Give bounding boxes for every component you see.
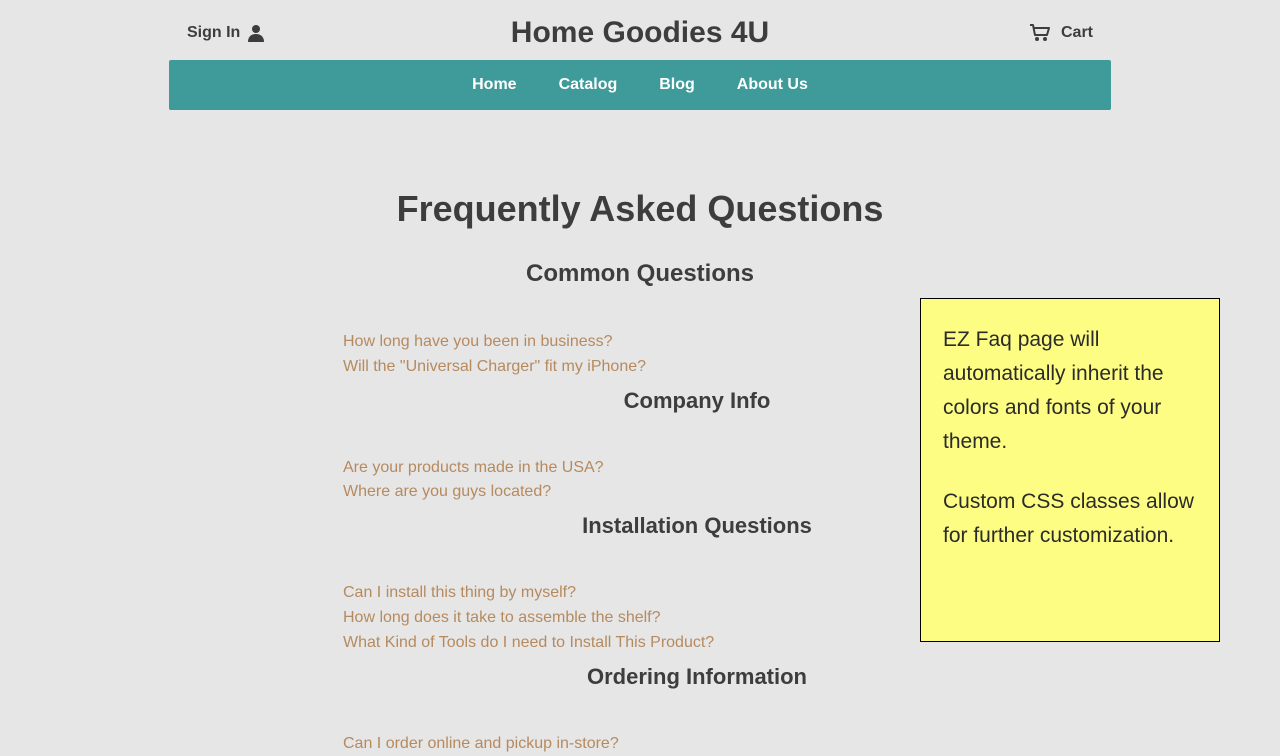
signin-label: Sign In <box>187 24 240 42</box>
main-nav: Home Catalog Blog About Us <box>169 60 1111 110</box>
nav-about[interactable]: About Us <box>737 76 808 94</box>
cart-link[interactable]: Cart <box>1029 24 1093 42</box>
nav-blog[interactable]: Blog <box>659 76 695 94</box>
signin-link[interactable]: Sign In <box>187 24 264 42</box>
section-heading: Ordering Information <box>343 664 1051 690</box>
sticky-note: EZ Faq page will automatically inherit t… <box>920 298 1220 642</box>
faq-link[interactable]: Can I order online and pickup in-store? <box>343 732 1051 756</box>
brand-title: Home Goodies 4U <box>511 16 769 50</box>
cart-label: Cart <box>1061 24 1093 42</box>
section-heading: Common Questions <box>169 260 1111 288</box>
nav-catalog[interactable]: Catalog <box>559 76 618 94</box>
cart-icon <box>1029 24 1051 42</box>
page-title: Frequently Asked Questions <box>169 188 1111 230</box>
nav-home[interactable]: Home <box>472 76 516 94</box>
note-paragraph: Custom CSS classes allow for further cus… <box>943 485 1197 553</box>
note-paragraph: EZ Faq page will automatically inherit t… <box>943 323 1197 459</box>
faq-group-ordering: Can I order online and pickup in-store? <box>169 732 1111 756</box>
top-bar: Sign In Home Goodies 4U Cart <box>169 0 1111 60</box>
user-icon <box>248 24 264 42</box>
